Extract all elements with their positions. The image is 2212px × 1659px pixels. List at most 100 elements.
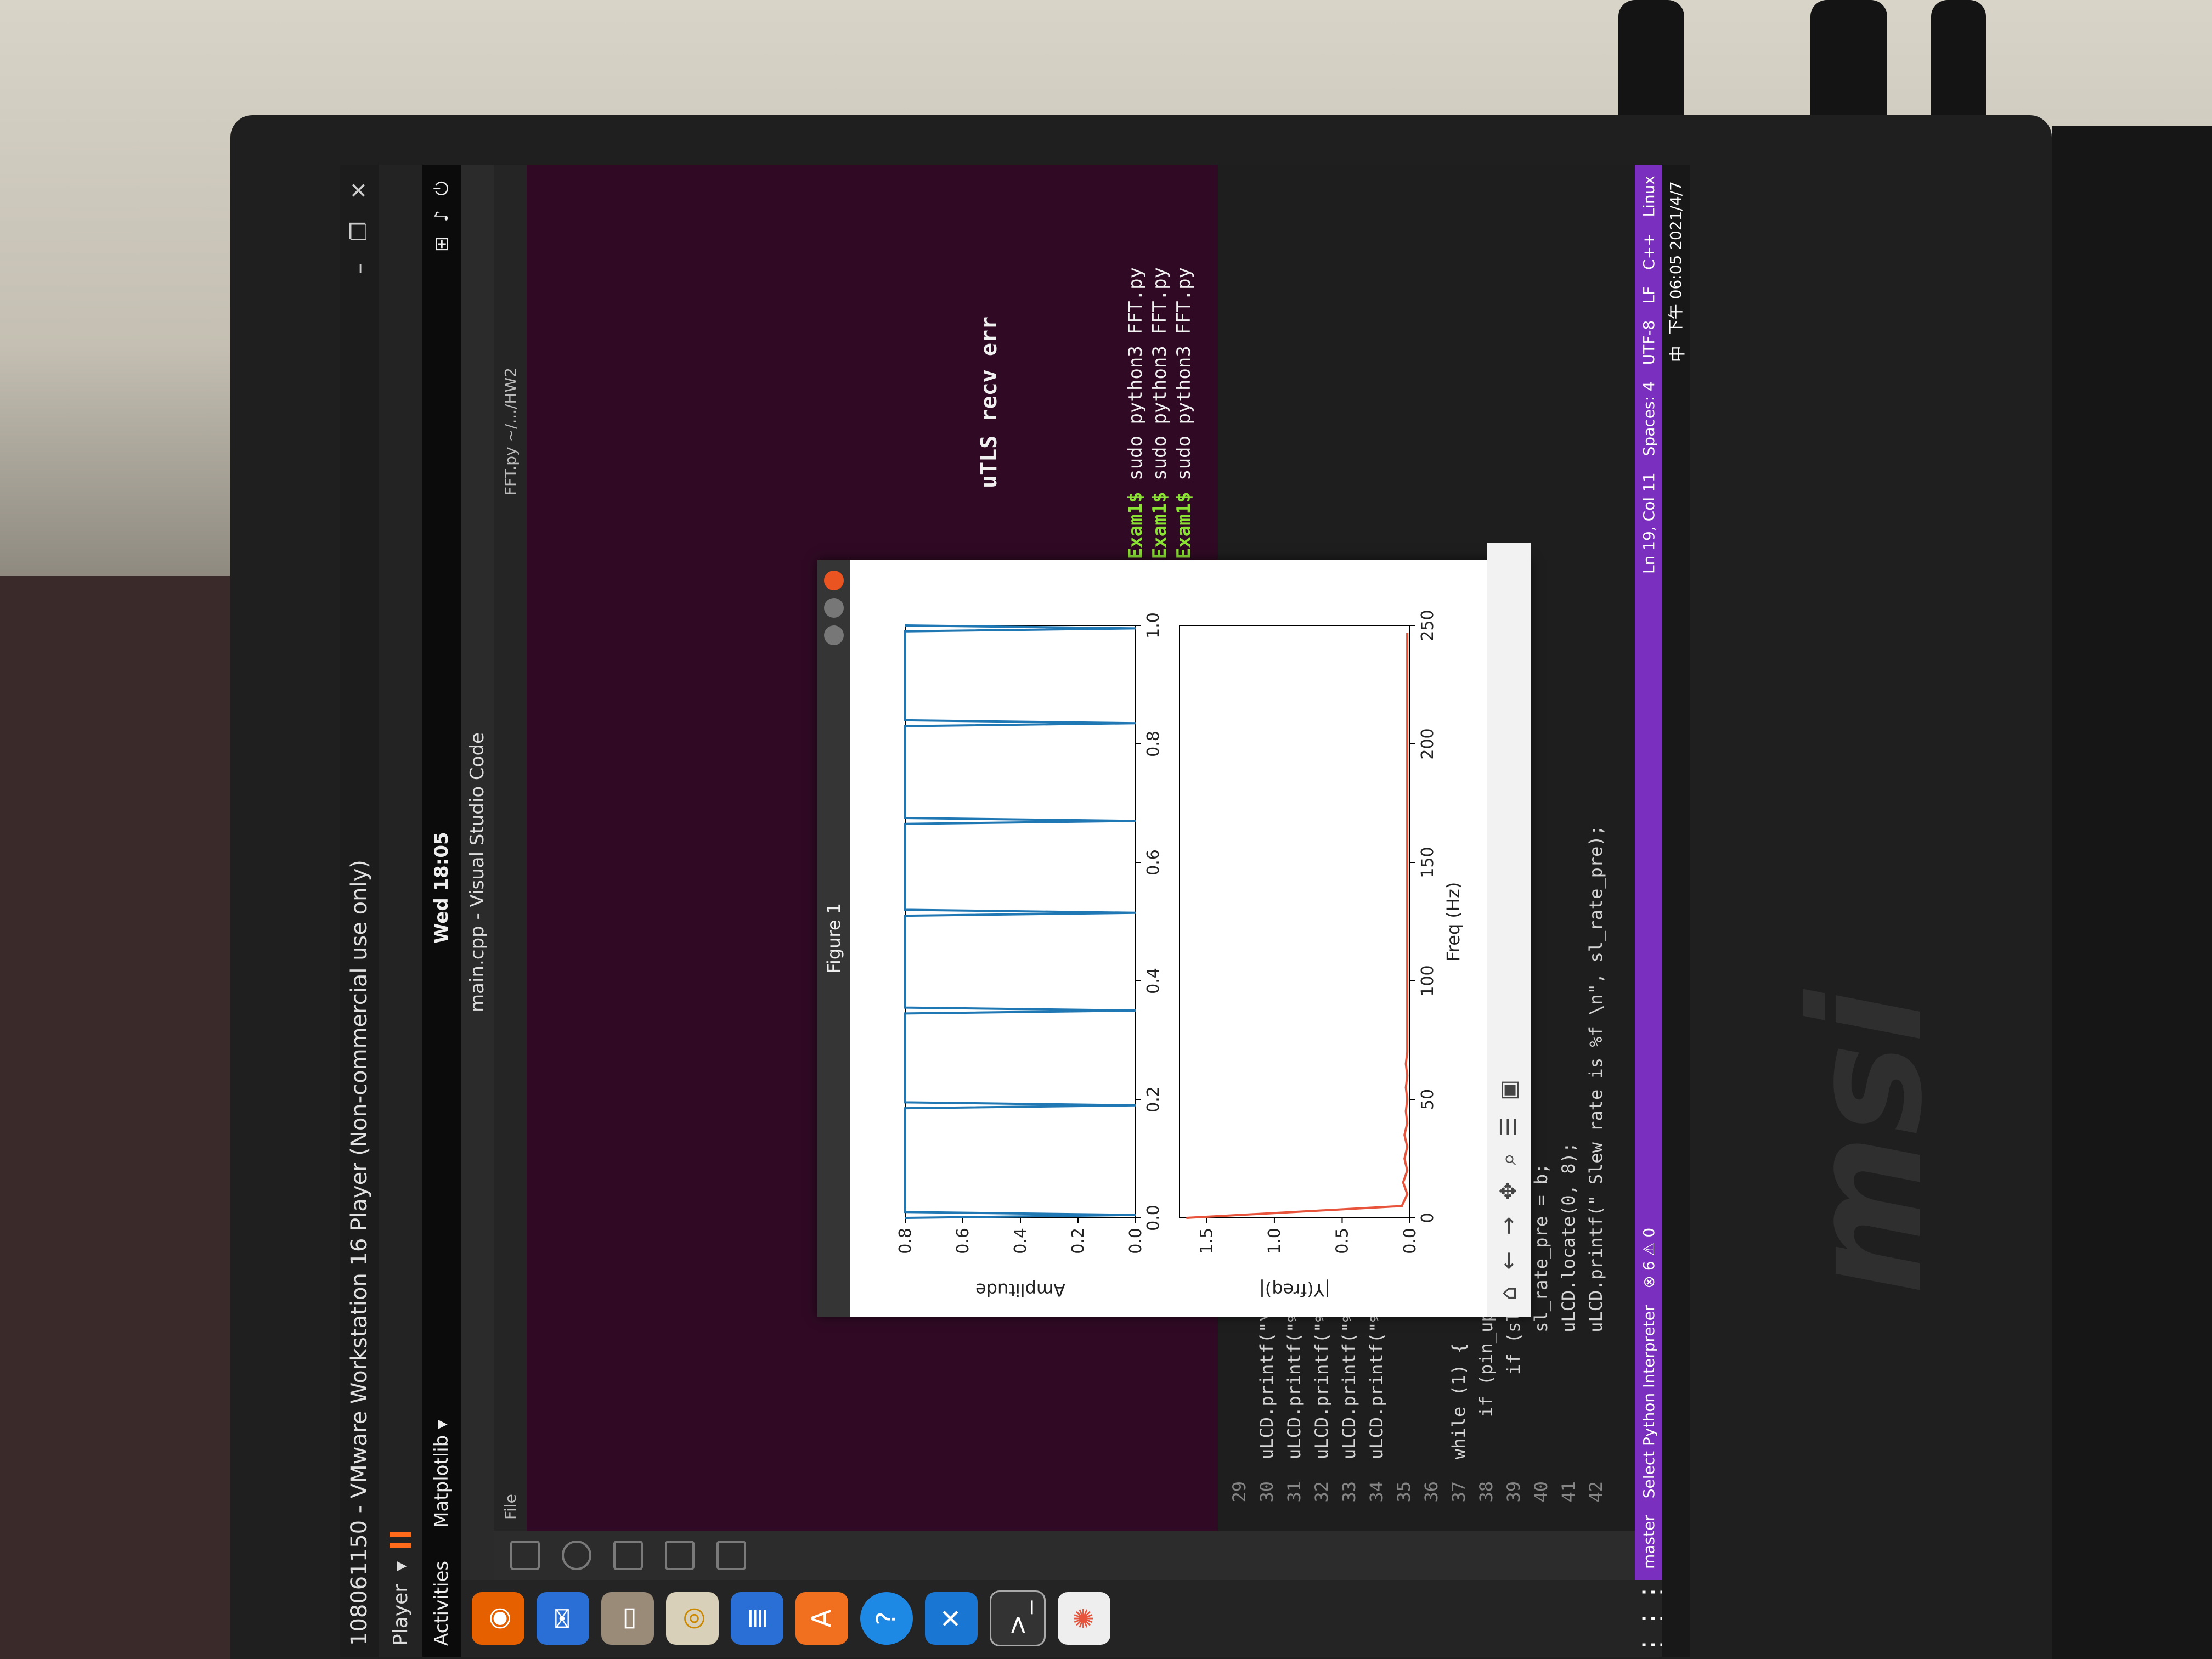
problems-indicator[interactable]: ⊗ 6 ⚠ 0	[1640, 1228, 1658, 1289]
extensions-icon[interactable]	[716, 1541, 746, 1570]
figure-minimize-button[interactable]	[824, 625, 844, 645]
x-tick-label: 1.0	[1144, 612, 1163, 639]
matplotlib-window[interactable]: Figure 1 0.0 0.2 0.4 0.6 0.8 1.0 0.0 0.2 0.4 0.6 0…	[817, 543, 1531, 1317]
taskbar-date: 2021/4/7	[1666, 181, 1685, 250]
zoom-icon[interactable]: ⌕	[1496, 1153, 1521, 1165]
files-icon[interactable]: ▭	[601, 1592, 654, 1645]
ubuntu-dock: ◉ ✉ ▭ ◎ ≣ A ? ✕ >_ ✺ ⋮⋮⋮	[461, 1579, 1690, 1657]
line-number: 33	[1339, 1481, 1359, 1503]
y-tick-label: 0.0	[1401, 1228, 1420, 1254]
minimize-button[interactable]: –	[347, 263, 372, 274]
msi-logo: msi	[1778, 990, 1956, 1295]
tls-error-text: uTLS recv err	[977, 316, 1002, 488]
branch-indicator[interactable]: master	[1640, 1515, 1658, 1569]
line-number: 40	[1531, 1481, 1551, 1503]
vmware-toolbar: Player ▾	[379, 165, 422, 1657]
language-mode[interactable]: C++	[1640, 233, 1658, 269]
software-center-icon[interactable]: A	[795, 1592, 848, 1645]
line-number: 35	[1393, 1481, 1414, 1503]
line-number: 39	[1503, 1481, 1524, 1503]
taskbar-clock[interactable]: 下午 06:05 2021/4/7	[1666, 181, 1685, 335]
forward-icon[interactable]: →	[1496, 1217, 1521, 1235]
figure-toolbar: ⌂ ← → ✥ ⌕ ☰ ▣	[1487, 543, 1531, 1317]
encoding[interactable]: UTF-8	[1640, 320, 1658, 365]
help-icon[interactable]: ?	[860, 1592, 913, 1645]
x-axis-label: Freq (Hz)	[1443, 882, 1464, 962]
y-tick-label: 0.6	[953, 1228, 973, 1254]
os-indicator[interactable]: Linux	[1640, 176, 1658, 217]
thunderbird-icon[interactable]: ✉	[537, 1592, 589, 1645]
x-tick-label: 200	[1418, 728, 1437, 759]
app-menu[interactable]: Matplotlib ▾	[431, 1420, 453, 1528]
back-icon[interactable]: ←	[1496, 1251, 1521, 1270]
pan-icon[interactable]: ✥	[1496, 1182, 1521, 1200]
search-icon[interactable]	[562, 1541, 591, 1570]
rhythmbox-icon[interactable]: ◎	[666, 1592, 719, 1645]
vscode-title: main.cpp - Visual Studio Code	[461, 165, 494, 1580]
figure-title: Figure 1	[823, 902, 844, 974]
code-line: 40 sl_rate_pre = b;	[1531, 1164, 1555, 1531]
explorer-icon[interactable]	[510, 1541, 540, 1570]
terminal-icon[interactable]: >_	[990, 1590, 1046, 1646]
y-tick-label: 0.8	[896, 1228, 915, 1254]
activities-button[interactable]: Activities	[431, 1561, 453, 1646]
code-line: 29	[1229, 1459, 1253, 1531]
line-number: 42	[1585, 1481, 1606, 1503]
home-icon[interactable]: ⌂	[1496, 1286, 1521, 1300]
close-button[interactable]: ✕	[347, 181, 372, 200]
y-tick-label: 1.5	[1197, 1228, 1216, 1254]
y-tick-label: 0.0	[1126, 1228, 1146, 1254]
side-monitor	[2052, 126, 2212, 1659]
code-line: 36	[1421, 1459, 1445, 1531]
x-tick-label: 150	[1418, 847, 1437, 878]
file-menu[interactable]: File	[501, 1494, 520, 1531]
line-ending[interactable]: LF	[1640, 286, 1658, 304]
line-number: 38	[1476, 1481, 1497, 1503]
code-line: 42 uLCD.printf(" Slew rate is %f \n", sl…	[1585, 825, 1610, 1531]
x-tick-label: 0.6	[1144, 849, 1163, 876]
x-tick-label: 0.2	[1144, 1086, 1163, 1113]
ime-indicator[interactable]: 中	[1664, 346, 1688, 362]
app-menu-label: Matplotlib	[431, 1435, 453, 1528]
player-menu[interactable]: Player	[390, 1584, 412, 1646]
windows-taskbar: 中 下午 06:05 2021/4/7	[1662, 165, 1690, 1657]
matplotlib-icon[interactable]: ✺	[1058, 1592, 1110, 1645]
network-icon[interactable]: ⊞	[431, 236, 453, 252]
firefox-icon[interactable]: ◉	[472, 1592, 524, 1645]
code-text: sl_rate_pre = b;	[1531, 1163, 1551, 1459]
dropdown-icon[interactable]: ▾	[390, 1561, 412, 1571]
x-tick-label: 0.0	[1144, 1205, 1163, 1231]
indentation[interactable]: Spaces: 4	[1640, 381, 1658, 456]
vscode-status-bar: master Select Python Interpreter ⊗ 6 ⚠ 0…	[1635, 165, 1662, 1580]
vscode-activity-bar	[494, 1531, 1651, 1580]
vscode-icon[interactable]: ✕	[925, 1592, 978, 1645]
x-tick-label: 0.4	[1144, 968, 1163, 994]
code-text: uLCD.locate(0, 8);	[1558, 1142, 1579, 1459]
libreoffice-writer-icon[interactable]: ≣	[731, 1592, 783, 1645]
x-tick-label: 0	[1418, 1212, 1437, 1223]
source-control-icon[interactable]	[613, 1541, 643, 1570]
interpreter-selector[interactable]: Select Python Interpreter	[1640, 1305, 1658, 1499]
y-axis-label: |Y(freq)|	[1259, 1279, 1330, 1300]
gnome-top-bar: Activities Matplotlib ▾ Wed 18:05 ⊞ ♪ ⏻	[422, 165, 461, 1657]
line-number: 34	[1366, 1481, 1387, 1503]
figure-canvas[interactable]: 0.0 0.2 0.4 0.6 0.8 1.0 0.0 0.2 0.4 0.6 0.8 Amplitu…	[850, 560, 1487, 1317]
debug-icon[interactable]	[665, 1541, 695, 1570]
pause-icon[interactable]	[390, 1531, 411, 1548]
configure-icon[interactable]: ☰	[1496, 1117, 1521, 1137]
save-icon[interactable]: ▣	[1496, 1080, 1521, 1101]
cursor-position[interactable]: Ln 19, Col 11	[1640, 472, 1658, 574]
figure-close-button[interactable]	[824, 571, 844, 590]
tab-fft-py[interactable]: FFT.py ~/.../HW2	[501, 368, 520, 506]
code-line: 37 while (1) {	[1448, 1343, 1472, 1531]
figure-maximize-button[interactable]	[824, 598, 844, 618]
code-line: 35	[1393, 1459, 1418, 1531]
line-number: 37	[1448, 1481, 1469, 1503]
code-text: uLCD.printf(" Slew rate is %f \n", sl_ra…	[1585, 825, 1606, 1459]
line-number: 29	[1229, 1481, 1250, 1503]
gnome-clock[interactable]: Wed 18:05	[431, 832, 453, 944]
power-icon[interactable]: ⏻	[431, 181, 453, 196]
code-line: 41 uLCD.locate(0, 8);	[1558, 1142, 1582, 1531]
volume-icon[interactable]: ♪	[431, 210, 453, 222]
maximize-button[interactable]: ❐	[347, 222, 372, 241]
